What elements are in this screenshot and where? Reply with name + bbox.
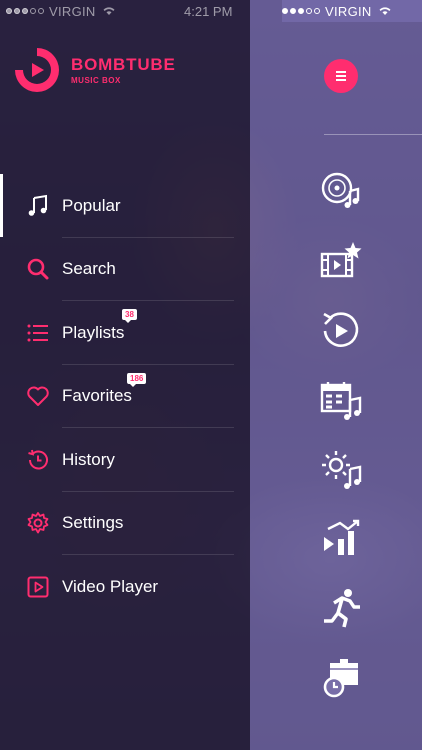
video-player-icon xyxy=(26,575,50,599)
chart-play-icon[interactable] xyxy=(320,519,362,561)
app-logo: BOMBTUBE MUSIC BOX xyxy=(11,44,176,96)
carrier-name: VIRGIN xyxy=(325,3,372,19)
menu-item-label: Search xyxy=(62,259,116,279)
signal-icon xyxy=(6,8,44,14)
menu-item-history[interactable]: History xyxy=(0,428,250,492)
calendar-music-icon[interactable] xyxy=(320,380,362,422)
heart-icon xyxy=(26,384,50,408)
menu-item-label: Popular xyxy=(62,195,121,215)
favorites-count-badge: 186 xyxy=(127,372,147,387)
menu-item-label: Settings xyxy=(62,513,124,533)
carrier-name: VIRGIN xyxy=(49,3,96,19)
status-bar-right: VIRGIN xyxy=(282,0,422,22)
history-icon xyxy=(26,448,50,472)
clock: 4:21 PM xyxy=(184,4,233,19)
wifi-icon xyxy=(103,7,115,15)
menu-item-favorites[interactable]: Favorites 186 xyxy=(0,365,250,429)
playlists-count-badge: 38 xyxy=(122,309,137,323)
menu-toggle-button[interactable] xyxy=(324,59,358,93)
disc-music-icon[interactable] xyxy=(320,169,362,211)
wifi-icon xyxy=(379,7,391,15)
sun-music-icon[interactable] xyxy=(320,449,362,491)
menu-item-video-player[interactable]: Video Player xyxy=(0,555,250,619)
runner-icon[interactable] xyxy=(320,587,362,629)
menu-item-playlists[interactable]: Playlists 38 xyxy=(0,301,250,365)
gear-icon xyxy=(26,511,50,535)
search-icon xyxy=(26,257,50,281)
menu-item-label: History xyxy=(62,449,115,469)
replay-icon[interactable] xyxy=(320,310,362,352)
menu-item-label: Favorites xyxy=(62,386,132,406)
menu-item-label: Video Player xyxy=(62,576,159,596)
divider xyxy=(324,134,422,135)
menu-item-settings[interactable]: Settings xyxy=(0,492,250,556)
drawer-menu: Popular Search Playlists 38 Favorites 18… xyxy=(0,174,250,619)
menu-item-label: Playlists xyxy=(62,322,125,342)
music-note-icon xyxy=(26,194,50,218)
right-panel xyxy=(250,0,422,750)
signal-icon xyxy=(282,8,320,14)
box-timer-icon[interactable] xyxy=(320,657,362,699)
menu-item-popular[interactable]: Popular xyxy=(0,174,250,238)
brand-name: BOMBTUBE xyxy=(71,55,176,74)
logo-icon xyxy=(15,48,59,92)
hamburger-icon xyxy=(336,69,346,83)
menu-item-search[interactable]: Search xyxy=(0,238,250,302)
brand-tagline: MUSIC BOX xyxy=(71,76,121,85)
playlist-icon xyxy=(26,321,50,345)
film-star-icon[interactable] xyxy=(320,240,362,282)
